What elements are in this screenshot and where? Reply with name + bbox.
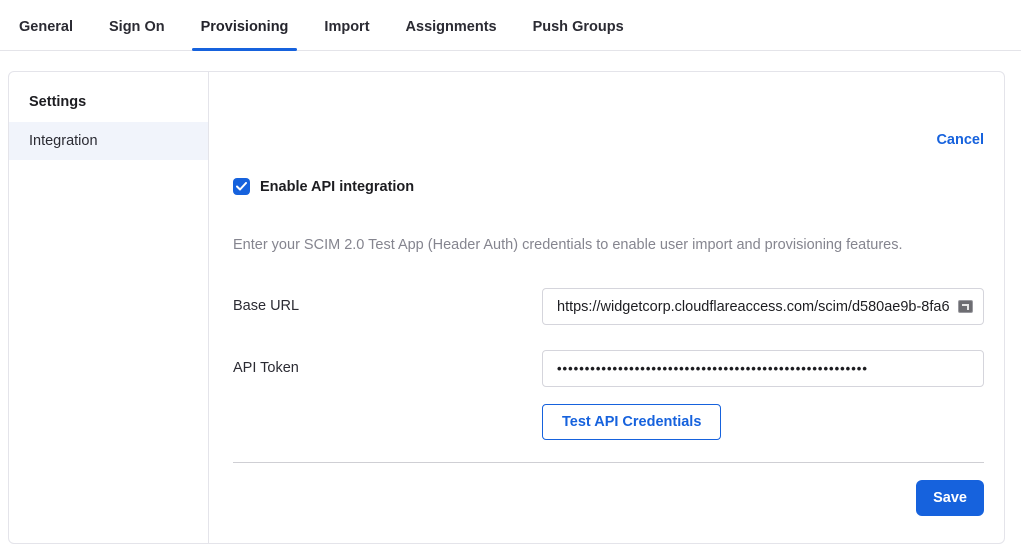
tab-import[interactable]: Import [315, 3, 378, 50]
integration-form: Cancel Enable API integration Enter your… [209, 72, 1006, 543]
api-token-row: API Token [233, 350, 984, 387]
tab-provisioning[interactable]: Provisioning [192, 3, 298, 50]
base-url-input[interactable] [542, 288, 984, 325]
checkmark-icon [236, 182, 247, 191]
provisioning-panel: Settings Integration Cancel Enable API i… [8, 71, 1005, 544]
api-token-label: API Token [233, 350, 542, 376]
save-button[interactable]: Save [916, 480, 984, 516]
app-tab-bar: General Sign On Provisioning Import Assi… [0, 0, 1021, 51]
tab-sign-on[interactable]: Sign On [100, 3, 174, 50]
settings-sidebar: Settings Integration [9, 72, 209, 543]
tab-assignments[interactable]: Assignments [397, 3, 506, 50]
tab-push-groups[interactable]: Push Groups [524, 3, 633, 50]
credentials-description: Enter your SCIM 2.0 Test App (Header Aut… [233, 237, 984, 253]
test-api-credentials-button[interactable]: Test API Credentials [542, 404, 721, 440]
sidebar-heading: Settings [9, 84, 208, 122]
api-token-input[interactable] [542, 350, 984, 387]
base-url-label: Base URL [233, 288, 542, 314]
base-url-row: Base URL [233, 288, 984, 325]
enable-api-integration-checkbox[interactable] [233, 178, 250, 195]
cancel-button[interactable]: Cancel [936, 132, 984, 148]
sidebar-item-integration[interactable]: Integration [9, 122, 208, 160]
footer-divider [233, 462, 984, 463]
tab-general[interactable]: General [10, 3, 82, 50]
enable-api-integration-label: Enable API integration [260, 179, 414, 195]
